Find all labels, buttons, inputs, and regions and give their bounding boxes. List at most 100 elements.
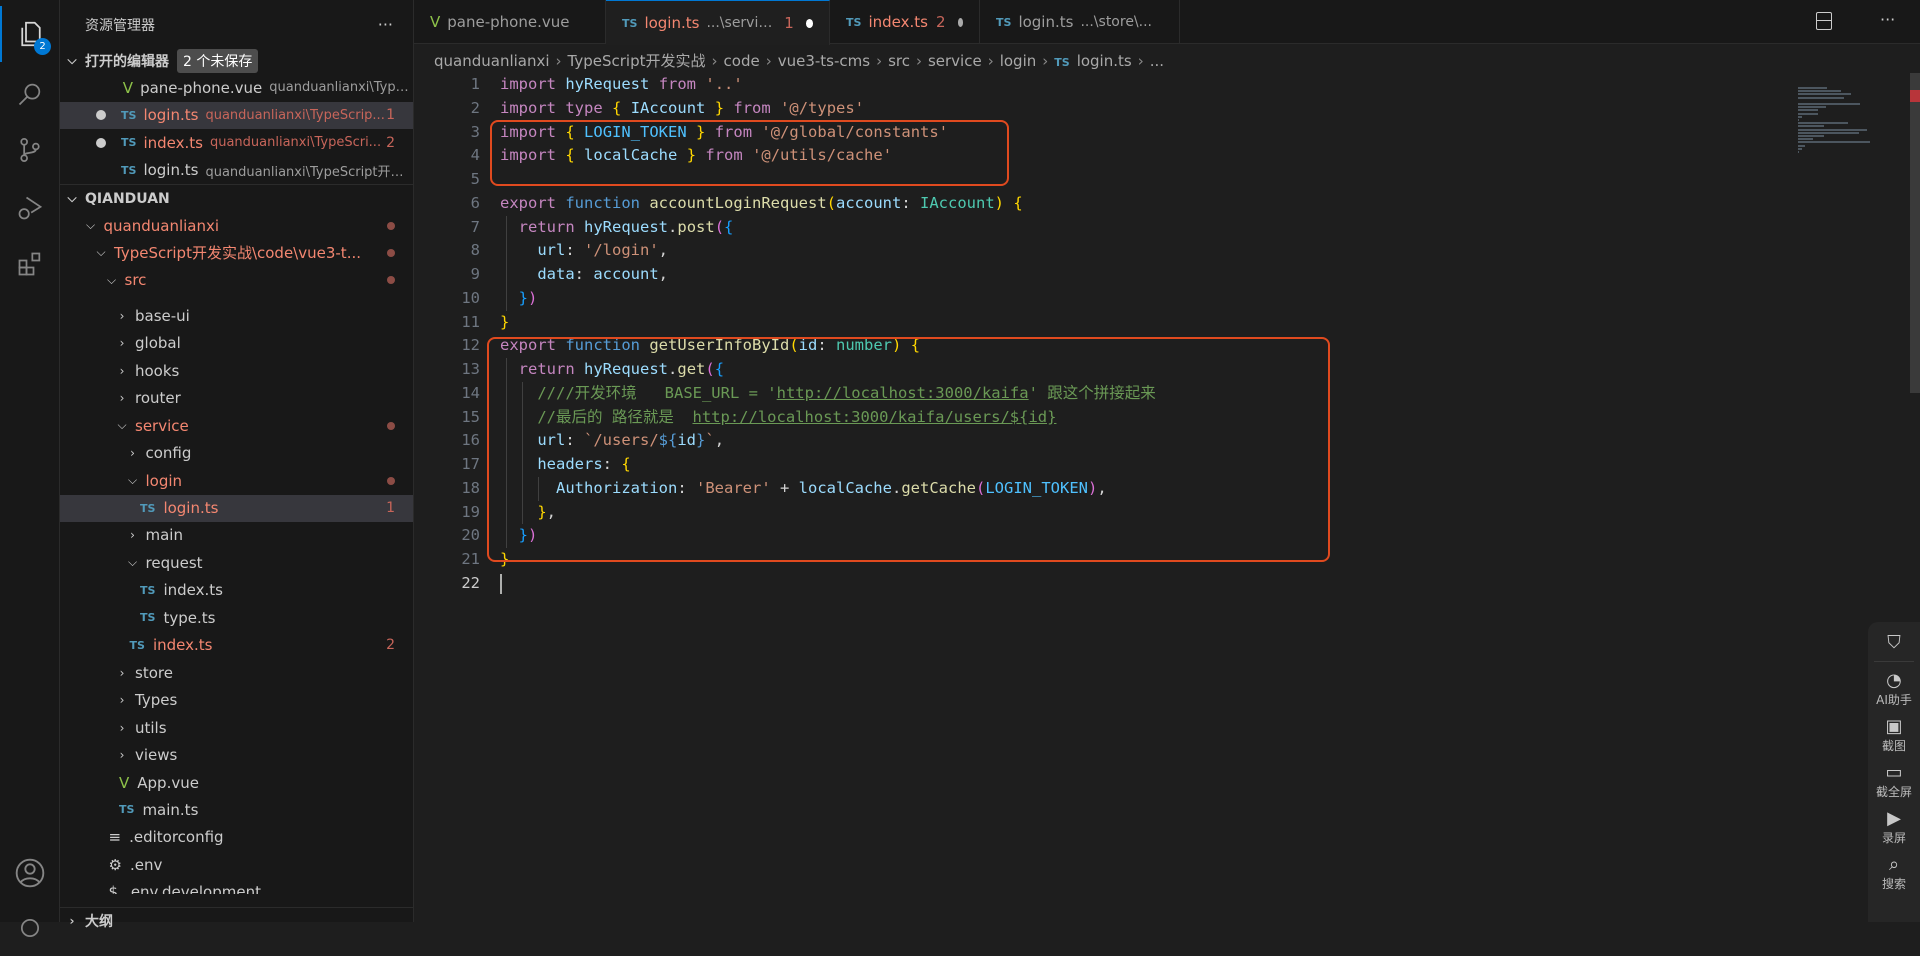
tree-item-folder[interactable]: › Types — [60, 687, 413, 714]
toolbar-item[interactable]: ▣ 截图 — [1868, 716, 1920, 754]
breadcrumb-item[interactable]: login.ts — [1077, 52, 1132, 70]
tree-item-folder[interactable]: › global — [60, 330, 413, 357]
tree-item-ts[interactable]: TS index.ts — [60, 577, 413, 604]
toolbar-item[interactable]: ⛉ — [1874, 632, 1914, 662]
code-line[interactable]: export function accountLoginRequest(acco… — [500, 192, 1023, 216]
tree-item-folder[interactable]: ⌵ src — [60, 267, 413, 294]
tree-item-config[interactable]: ≡ .editorconfig — [60, 824, 413, 851]
settings-icon[interactable] — [0, 900, 60, 956]
tree-item-dollar[interactable]: $ .env.development — [60, 879, 413, 894]
line-number: 8 — [470, 241, 480, 260]
open-editor-item[interactable]: Vpane-phone.vue quanduanlianxi\Type... — [60, 74, 413, 101]
account-icon[interactable] — [0, 845, 60, 901]
code-token: post — [677, 217, 715, 236]
extensions-icon[interactable] — [0, 236, 60, 292]
outline-header[interactable]: › 大纲 — [60, 907, 413, 934]
tree-item-ts[interactable]: TS type.ts — [60, 604, 413, 631]
code-token: url — [537, 241, 566, 260]
line-number: 15 — [461, 407, 480, 426]
breadcrumb-item[interactable]: quanduanlianxi — [434, 52, 550, 70]
dirty-dot-icon[interactable] — [96, 137, 106, 148]
code-token: ) — [994, 193, 1004, 212]
tree-item-folder[interactable]: › hooks — [60, 357, 413, 384]
tree-item-label: login.ts — [163, 499, 219, 517]
dirty-dot-icon[interactable] — [96, 165, 106, 175]
tree-item-ts[interactable]: TS main.ts — [60, 796, 413, 823]
more-actions-icon[interactable]: ··· — [378, 15, 393, 34]
breadcrumb-item[interactable]: code — [724, 52, 760, 70]
tree-item-folder[interactable]: ⌵ TypeScript开发实战\code\vue3-t... — [60, 239, 413, 266]
tree-item-vue[interactable]: V App.vue — [60, 769, 413, 796]
explorer-badge: 2 — [34, 38, 51, 55]
unsaved-dot-icon[interactable] — [957, 17, 963, 27]
tree-item-ts[interactable]: TS login.ts 1 — [60, 494, 413, 522]
breadcrumb-item[interactable]: ... — [1150, 52, 1164, 70]
code-line[interactable]: import type { IAccount } from '@/types' — [500, 97, 864, 121]
scrollbar[interactable] — [1910, 73, 1920, 393]
tab-login-ts[interactable]: TS login.ts ...\store\... — [980, 0, 1180, 44]
tree-item-folder[interactable]: › utils — [60, 714, 413, 741]
open-editor-item[interactable]: TS login.ts quanduanlianxi\TypeScrip... 1 — [60, 101, 413, 129]
open-editors-header[interactable]: ⌵ 打开的编辑器 2 个未保存 — [60, 47, 413, 74]
toolbar-item[interactable]: ◔ AI助手 — [1868, 670, 1920, 708]
tree-item-folder[interactable]: ⌵ login — [60, 467, 413, 494]
typescript-file-icon: TS — [121, 136, 137, 149]
open-editor-item[interactable]: TS index.ts quanduanlianxi\TypeScri... 2 — [60, 129, 413, 156]
tab-pane-phone-vue[interactable]: Vpane-phone.vue — [414, 0, 606, 44]
code-line[interactable]: data: account, — [500, 263, 668, 287]
chevron-right-icon: › — [119, 748, 125, 763]
tree-item-folder[interactable]: › base-ui — [60, 302, 413, 329]
tree-item-folder[interactable]: ⌵ quanduanlianxi — [60, 212, 413, 239]
tab-index-ts[interactable]: TS index.ts 2 — [830, 0, 980, 44]
minimap-line — [1798, 115, 1803, 118]
source-control-icon[interactable] — [0, 122, 60, 178]
code-line[interactable]: return hyRequest.post({ — [500, 216, 734, 240]
toolbar-item[interactable]: ▭ 截全屏 — [1868, 762, 1920, 800]
open-editor-item[interactable]: TS login.ts quanduanlianxi\TypeScript开发... — [60, 157, 413, 184]
minimap-line — [1798, 135, 1825, 137]
tree-item-folder[interactable]: › router — [60, 385, 413, 412]
tree-item-folder[interactable]: › config — [60, 440, 413, 467]
code-line[interactable]: import hyRequest from '..' — [500, 73, 743, 97]
tree-item-folder[interactable]: › views — [60, 742, 413, 769]
code-token: type — [565, 98, 603, 117]
tree-item-folder[interactable]: ⌵ service — [60, 412, 413, 439]
breadcrumb-item[interactable]: service — [928, 52, 982, 70]
split-editor-icon[interactable] — [1816, 12, 1832, 30]
unsaved-dot-icon[interactable] — [805, 18, 813, 28]
problem-count: 1 — [386, 500, 395, 516]
breadcrumb-item[interactable]: TypeScript开发实战 — [568, 52, 706, 70]
chevron-right-icon: › — [1137, 52, 1144, 70]
tree-item-env[interactable]: ⚙ .env — [60, 851, 413, 878]
search-icon[interactable] — [0, 66, 60, 122]
more-actions-icon[interactable]: ··· — [1880, 10, 1895, 29]
code-line[interactable]: } — [500, 311, 509, 335]
tree-item-folder[interactable]: › main — [60, 522, 413, 549]
breadcrumb-item[interactable]: login — [1000, 52, 1037, 70]
dirty-dot-icon[interactable] — [96, 83, 106, 93]
workspace-header[interactable]: ⌵ QIANDUAN — [60, 185, 413, 212]
tab-description: ...\store\... — [1080, 14, 1152, 30]
toolbar-item[interactable]: ⌕ 搜索 — [1868, 854, 1920, 892]
tree-item-folder[interactable]: › store — [60, 659, 413, 686]
line-number: 12 — [461, 336, 480, 355]
tab-login-ts[interactable]: TS login.ts ...\service\... 1 — [606, 0, 830, 45]
tree-item-folder[interactable]: ⌵ request — [60, 549, 413, 576]
breadcrumb-item[interactable]: src — [888, 52, 910, 70]
toolbar-item[interactable]: ▶ 录屏 — [1868, 808, 1920, 846]
run-debug-icon[interactable] — [0, 180, 60, 236]
explorer-icon[interactable]: 2 — [0, 6, 60, 62]
vue-file-icon: V — [430, 13, 441, 31]
tree-item-ts[interactable]: TS index.ts 2 — [60, 632, 413, 659]
minimap-line — [1798, 147, 1803, 150]
tree-item-label: login — [145, 471, 183, 490]
code-token: accountLoginRequest — [649, 193, 827, 212]
ai-assistant-icon: ◔ — [1886, 670, 1902, 691]
dirty-dot-icon[interactable] — [96, 110, 106, 120]
problem-count: 2 — [386, 134, 395, 151]
code-line[interactable]: url: '/login', — [500, 239, 668, 263]
minimap-line — [1798, 87, 1827, 89]
line-number: 21 — [461, 550, 480, 568]
breadcrumb-item[interactable]: vue3-ts-cms — [778, 52, 870, 70]
